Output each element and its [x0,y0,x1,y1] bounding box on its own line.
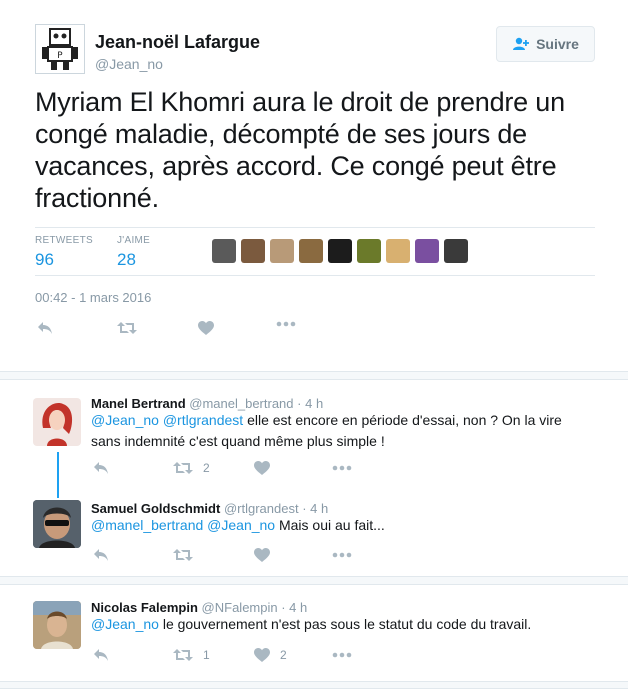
more-icon [332,465,352,471]
like-button[interactable]: 2 [254,648,287,662]
author-handle[interactable]: @Jean_no [95,56,163,72]
liker-avatar[interactable] [357,239,381,263]
like-icon [254,648,270,662]
more-button[interactable] [332,465,352,471]
reply-text-body: Mais oui au fait... [275,517,385,533]
reply-author-name[interactable]: Nicolas Falempin [91,600,198,615]
reply-icon [94,549,108,561]
reply-text-body: le gouvernement n'est pas sous le statut… [158,616,532,632]
tweet-timestamp[interactable]: 00:42 - 1 mars 2016 [35,290,151,305]
thread-line [57,452,59,498]
like-icon [254,461,270,475]
reply-text: @Jean_no @rtlgrandest elle est encore en… [91,410,591,452]
reply-author-handle[interactable]: @NFalempin [202,600,278,615]
more-button[interactable] [332,552,352,558]
robot-avatar-icon: P [42,28,78,70]
reply-author-name[interactable]: Manel Bertrand [91,396,186,411]
retweets-stat[interactable]: RETWEETS 96 [35,235,93,270]
reply-header: Manel Bertrand @manel_bertrand · 4 h [91,396,323,411]
reply-author-handle[interactable]: @rtlgrandest [224,501,299,516]
retweet-icon [173,649,193,661]
liker-avatar[interactable] [270,239,294,263]
likes-count: 28 [117,250,136,269]
likers-avatars [212,239,468,263]
follow-label: Suivre [536,36,579,52]
reply-icon [94,649,108,661]
reply-button[interactable] [37,321,53,335]
reply-time[interactable]: · 4 h [297,396,323,411]
reply-mentions[interactable]: @Jean_no [91,616,159,632]
retweet-icon [173,549,193,561]
more-icon [332,552,352,558]
reply-text-line2: sans indemnité c'est quand même plus sim… [91,433,385,449]
man-avatar-icon [33,601,81,649]
woman-avatar-icon [42,403,73,446]
retweets-count: 96 [35,250,54,269]
retweet-button[interactable]: 1 [173,648,210,662]
like-button[interactable] [254,461,270,475]
section-separator [0,576,628,585]
like-icon [198,321,214,335]
divider [35,227,595,228]
liker-avatar[interactable] [415,239,439,263]
reply-icon [94,462,108,474]
reply-icon [38,322,52,334]
add-user-icon [513,37,530,50]
like-icon [254,548,270,562]
reply-text-line1: elle est encore en période d'essai, non … [243,412,562,428]
retweet-button[interactable]: 2 [173,461,210,475]
liker-avatar[interactable] [241,239,265,263]
like-button[interactable] [254,548,270,562]
liker-avatar[interactable] [386,239,410,263]
retweet-icon [117,322,137,334]
likes-label: J'AIME [117,235,151,246]
author-avatar[interactable]: P [35,24,85,74]
liker-avatar[interactable] [299,239,323,263]
more-icon [276,321,296,327]
divider [35,275,595,276]
more-button[interactable] [276,321,296,327]
svg-text:P: P [57,51,63,61]
like-button[interactable] [198,321,214,335]
reply-avatar[interactable] [33,398,81,446]
liker-avatar[interactable] [328,239,352,263]
reply-button[interactable] [93,461,109,475]
retweet-button[interactable] [117,321,137,335]
reply-mentions[interactable]: @manel_bertrand @Jean_no [91,517,275,533]
retweet-button[interactable] [173,548,193,562]
reply-mentions[interactable]: @Jean_no @rtlgrandest [91,412,243,428]
reply-time[interactable]: · 4 h [281,600,307,615]
reply-header: Samuel Goldschmidt @rtlgrandest · 4 h [91,501,328,516]
follow-button[interactable]: Suivre [496,26,595,62]
liker-avatar[interactable] [212,239,236,263]
liker-avatar[interactable] [444,239,468,263]
more-icon [332,652,352,658]
reply-text: @manel_bertrand @Jean_no Mais oui au fai… [91,515,591,536]
retweets-label: RETWEETS [35,235,93,246]
section-separator [0,371,628,380]
reply-time[interactable]: · 4 h [302,501,328,516]
section-separator [0,681,628,689]
more-button[interactable] [332,652,352,658]
reply-header: Nicolas Falempin @NFalempin · 4 h [91,600,307,615]
retweet-icon [173,462,193,474]
reply-author-handle[interactable]: @manel_bertrand [189,396,293,411]
man-avatar-icon [33,500,81,548]
reply-text: @Jean_no le gouvernement n'est pas sous … [91,614,591,635]
like-count: 2 [280,648,287,662]
reply-avatar[interactable] [33,601,81,649]
retweet-count: 1 [203,648,210,662]
author-name[interactable]: Jean-noël Lafargue [95,32,260,53]
reply-avatar[interactable] [33,500,81,548]
likes-stat[interactable]: J'AIME 28 [117,235,150,270]
tweet-text: Myriam El Khomri aura le droit de prendr… [35,87,565,213]
reply-button[interactable] [93,548,109,562]
reply-button[interactable] [93,648,109,662]
retweet-count: 2 [203,461,210,475]
reply-author-name[interactable]: Samuel Goldschmidt [91,501,220,516]
